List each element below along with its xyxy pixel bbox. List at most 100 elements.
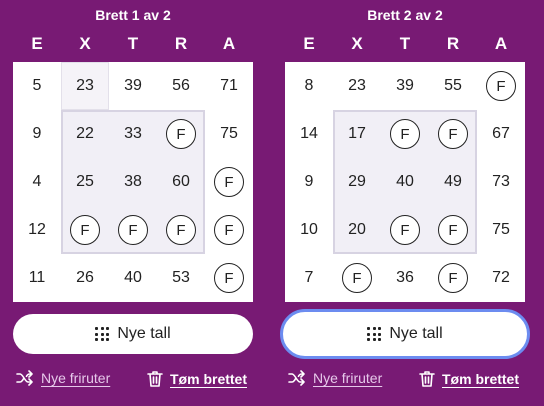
grid-cell[interactable]: F (157, 206, 205, 254)
grid-cell[interactable]: 17 (333, 110, 381, 158)
grid-cell[interactable]: 5 (13, 62, 61, 110)
grid-cell[interactable]: 20 (333, 206, 381, 254)
grid-cell[interactable]: F (429, 110, 477, 158)
grid-cell[interactable]: 40 (381, 158, 429, 206)
grid-cell[interactable]: 25 (61, 158, 109, 206)
cell-number: 73 (492, 173, 510, 190)
cell-number: 4 (32, 173, 42, 190)
grid-cell[interactable]: 55 (429, 62, 477, 110)
grid-cell[interactable]: 73 (477, 158, 525, 206)
grid-cell[interactable]: F (429, 254, 477, 302)
grid-cell[interactable]: F (381, 206, 429, 254)
grid-cell[interactable]: 49 (429, 158, 477, 206)
cell-number: 53 (172, 269, 190, 286)
grid-cell[interactable]: 22 (61, 110, 109, 158)
cell-number: 12 (28, 221, 46, 238)
grid-cell[interactable]: 11 (13, 254, 61, 302)
grid-dots-icon (367, 327, 382, 341)
grid-cell[interactable]: F (109, 206, 157, 254)
grid-cell[interactable]: 71 (205, 62, 253, 110)
free-space-marker: F (118, 215, 148, 245)
new-numbers-label: Nye tall (389, 325, 443, 342)
grid-cell[interactable]: 10 (285, 206, 333, 254)
cell-number: 38 (124, 173, 142, 190)
free-space-marker: F (70, 215, 100, 245)
new-free-spaces-label: Nye friruter (41, 370, 111, 386)
grid-cell[interactable]: 7 (285, 254, 333, 302)
grid-cell[interactable]: 14 (285, 110, 333, 158)
column-letter: A (494, 34, 508, 53)
cell-number: 23 (76, 77, 94, 94)
new-numbers-button[interactable]: Nye tall (13, 314, 253, 354)
grid-cell[interactable]: 75 (477, 206, 525, 254)
free-space-marker: F (214, 167, 244, 197)
new-numbers-button[interactable]: Nye tall (280, 309, 530, 359)
grid-cell[interactable]: 23 (61, 62, 109, 110)
clear-board-link[interactable]: Tøm brettet (147, 370, 247, 388)
grid-cell[interactable]: 9 (13, 110, 61, 158)
new-free-spaces-link[interactable]: Nye friruter (288, 370, 382, 386)
column-letter: T (399, 34, 411, 53)
grid-cell[interactable]: F (205, 206, 253, 254)
grid-cell[interactable]: 53 (157, 254, 205, 302)
grid-cell[interactable]: 26 (61, 254, 109, 302)
grid-cell[interactable]: 38 (109, 158, 157, 206)
trash-icon (419, 371, 435, 387)
grid-cell[interactable]: 67 (477, 110, 525, 158)
cell-number: 14 (300, 125, 318, 142)
column-letter: X (79, 34, 91, 53)
grid-cell[interactable]: 60 (157, 158, 205, 206)
cell-number: 60 (172, 173, 190, 190)
grid-cell[interactable]: 72 (477, 254, 525, 302)
grid-cell[interactable]: 75 (205, 110, 253, 158)
cell-number: 71 (220, 77, 238, 94)
cell-number: 9 (32, 125, 42, 142)
cell-number: 17 (348, 125, 366, 142)
cell-number: 25 (76, 173, 94, 190)
cell-number: 33 (124, 125, 142, 142)
free-space-marker: F (390, 215, 420, 245)
cell-number: 72 (492, 269, 510, 286)
free-space-marker: F (438, 263, 468, 293)
grid-cell[interactable]: 39 (381, 62, 429, 110)
grid-cell[interactable]: F (333, 254, 381, 302)
grid-cell[interactable]: 56 (157, 62, 205, 110)
column-letter: R (446, 34, 460, 53)
grid-cell[interactable]: 4 (13, 158, 61, 206)
grid-cell[interactable]: 40 (109, 254, 157, 302)
trash-icon (147, 371, 163, 387)
grid-cell[interactable]: 9 (285, 158, 333, 206)
grid-cell[interactable]: F (477, 62, 525, 110)
new-free-spaces-link[interactable]: Nye friruter (16, 370, 110, 386)
cell-number: 7 (304, 269, 314, 286)
grid-cell[interactable]: F (381, 110, 429, 158)
column-letter: E (31, 34, 43, 53)
grid-cell[interactable]: 39 (109, 62, 157, 110)
cell-number: 9 (304, 173, 314, 190)
cell-number: 10 (300, 221, 318, 238)
clear-board-link[interactable]: Tøm brettet (419, 370, 519, 388)
grid-cell[interactable]: 23 (333, 62, 381, 110)
cell-number: 75 (492, 221, 510, 238)
cell-number: 40 (124, 269, 142, 286)
free-space-marker: F (214, 263, 244, 293)
grid-cell[interactable]: 29 (333, 158, 381, 206)
grid-cell[interactable]: F (205, 254, 253, 302)
free-space-marker: F (390, 119, 420, 149)
board-actions: Nye friruter Tøm brettet (13, 370, 253, 392)
grid-cell[interactable]: F (429, 206, 477, 254)
grid-cell[interactable]: 33 (109, 110, 157, 158)
cell-number: 26 (76, 269, 94, 286)
column-letters: EXTRA (13, 34, 253, 58)
new-free-spaces-label: Nye friruter (313, 370, 383, 386)
cell-number: 8 (304, 77, 314, 94)
free-space-marker: F (486, 71, 516, 101)
grid-cell[interactable]: 36 (381, 254, 429, 302)
grid-cell[interactable]: F (205, 158, 253, 206)
grid-cell[interactable]: 12 (13, 206, 61, 254)
cell-number: 55 (444, 77, 462, 94)
board-title: Brett 1 av 2 (95, 7, 171, 23)
grid-cell[interactable]: F (157, 110, 205, 158)
grid-cell[interactable]: 8 (285, 62, 333, 110)
grid-cell[interactable]: F (61, 206, 109, 254)
